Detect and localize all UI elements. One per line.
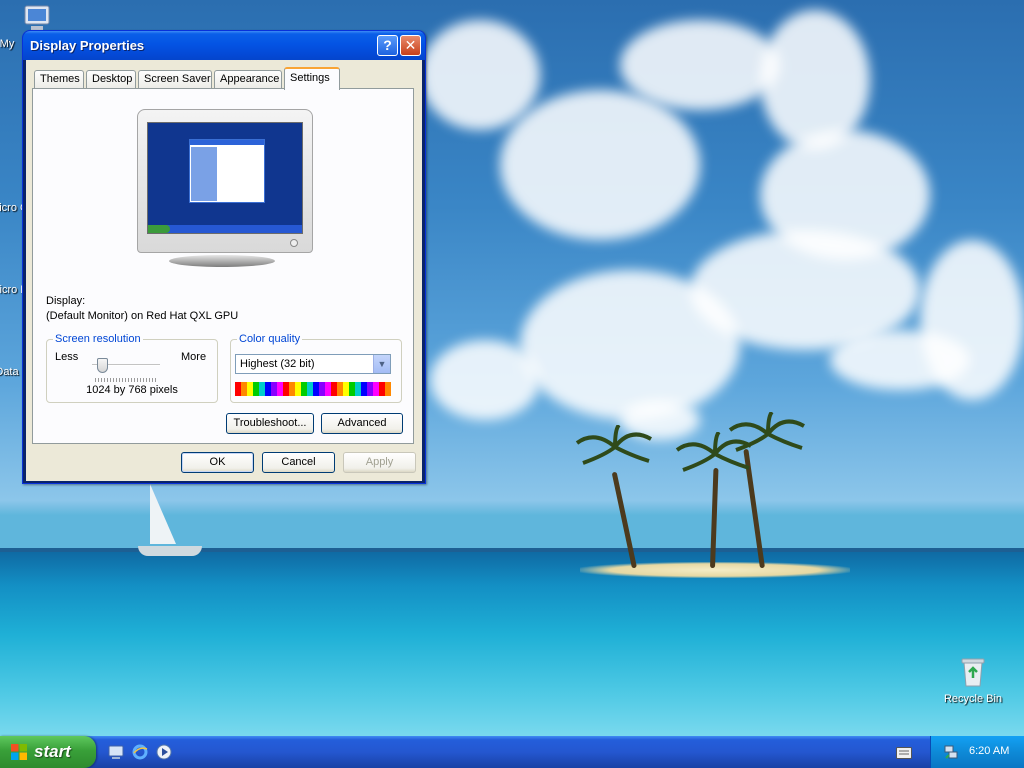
monitor-screen — [147, 122, 303, 234]
taskbar: start 6:20 AM — [0, 736, 1024, 768]
chevron-down-icon[interactable]: ▼ — [373, 355, 390, 373]
mini-start-button — [148, 225, 170, 233]
dialog-client-area: Themes Desktop Screen Saver Appearance S… — [26, 60, 422, 481]
close-button[interactable]: ✕ — [400, 35, 421, 56]
sea — [0, 552, 1024, 736]
cloud — [520, 270, 740, 420]
media-player-icon[interactable] — [156, 744, 172, 760]
troubleshoot-button[interactable]: Troubleshoot... — [226, 413, 314, 434]
resolution-value: 1024 by 768 pixels — [86, 384, 178, 396]
slider-less-label: Less — [55, 351, 79, 363]
start-button[interactable]: start — [0, 736, 96, 768]
system-tray: 6:20 AM — [930, 736, 1024, 768]
mini-window-preview — [189, 139, 265, 203]
desktop-icon-recycle-bin[interactable]: Recycle Bin — [938, 656, 1008, 705]
palm-leaves-icon — [575, 425, 652, 465]
title-bar[interactable]: Display Properties ? ✕ — [23, 31, 425, 60]
color-quality-group: Color quality Highest (32 bit) ▼ — [230, 333, 402, 403]
ok-button[interactable]: OK — [181, 452, 254, 473]
recycle-bin-icon — [961, 658, 985, 687]
slider-more-label: More — [181, 351, 207, 363]
settings-panel: Display: (Default Monitor) on Red Hat QX… — [32, 88, 414, 444]
color-quality-title: Color quality — [237, 333, 303, 345]
resolution-slider-thumb[interactable] — [97, 358, 108, 373]
tab-themes[interactable]: Themes — [34, 70, 84, 89]
slider-ticks — [95, 378, 157, 382]
apply-button[interactable]: Apply — [343, 452, 416, 473]
tab-screen-saver[interactable]: Screen Saver — [138, 70, 212, 89]
window-title: Display Properties — [30, 38, 145, 53]
cloud — [420, 20, 540, 130]
internet-explorer-icon[interactable] — [132, 744, 148, 760]
cloud — [830, 330, 970, 390]
tab-settings[interactable]: Settings — [284, 67, 340, 90]
show-desktop-icon[interactable] — [108, 744, 124, 760]
color-spectrum-bar — [235, 382, 391, 396]
sailboat-sail — [150, 484, 176, 544]
cloud — [430, 340, 540, 420]
screen-resolution-group: Screen resolution Less More 1024 by 768 … — [46, 333, 218, 403]
cloud — [620, 20, 780, 110]
color-quality-select[interactable]: Highest (32 bit) ▼ — [235, 354, 391, 374]
tab-desktop[interactable]: Desktop — [86, 70, 136, 89]
color-quality-value: Highest (32 bit) — [240, 358, 315, 370]
network-icon[interactable] — [943, 744, 959, 760]
display-value: (Default Monitor) on Red Hat QXL GPU — [46, 310, 239, 322]
cancel-button[interactable]: Cancel — [262, 452, 335, 473]
cloud — [760, 10, 870, 150]
monitor-stand — [169, 255, 275, 267]
cloud — [500, 90, 700, 240]
monitor-power-icon — [290, 239, 298, 247]
display-properties-window: Display Properties ? ✕ Themes Desktop Sc… — [22, 30, 426, 484]
mini-taskbar — [148, 225, 302, 233]
tab-appearance[interactable]: Appearance — [214, 70, 282, 89]
start-label: start — [34, 742, 71, 761]
help-button[interactable]: ? — [377, 35, 398, 56]
advanced-button[interactable]: Advanced — [321, 413, 403, 434]
screen-resolution-title: Screen resolution — [53, 333, 143, 345]
sailboat-hull — [138, 546, 202, 556]
windows-logo-icon — [11, 744, 27, 760]
clock[interactable]: 6:20 AM — [969, 745, 1009, 757]
monitor-preview — [137, 109, 313, 253]
display-label: Display: — [46, 295, 86, 307]
palm-leaves-icon — [728, 412, 805, 452]
keyboard-icon[interactable] — [896, 747, 912, 759]
